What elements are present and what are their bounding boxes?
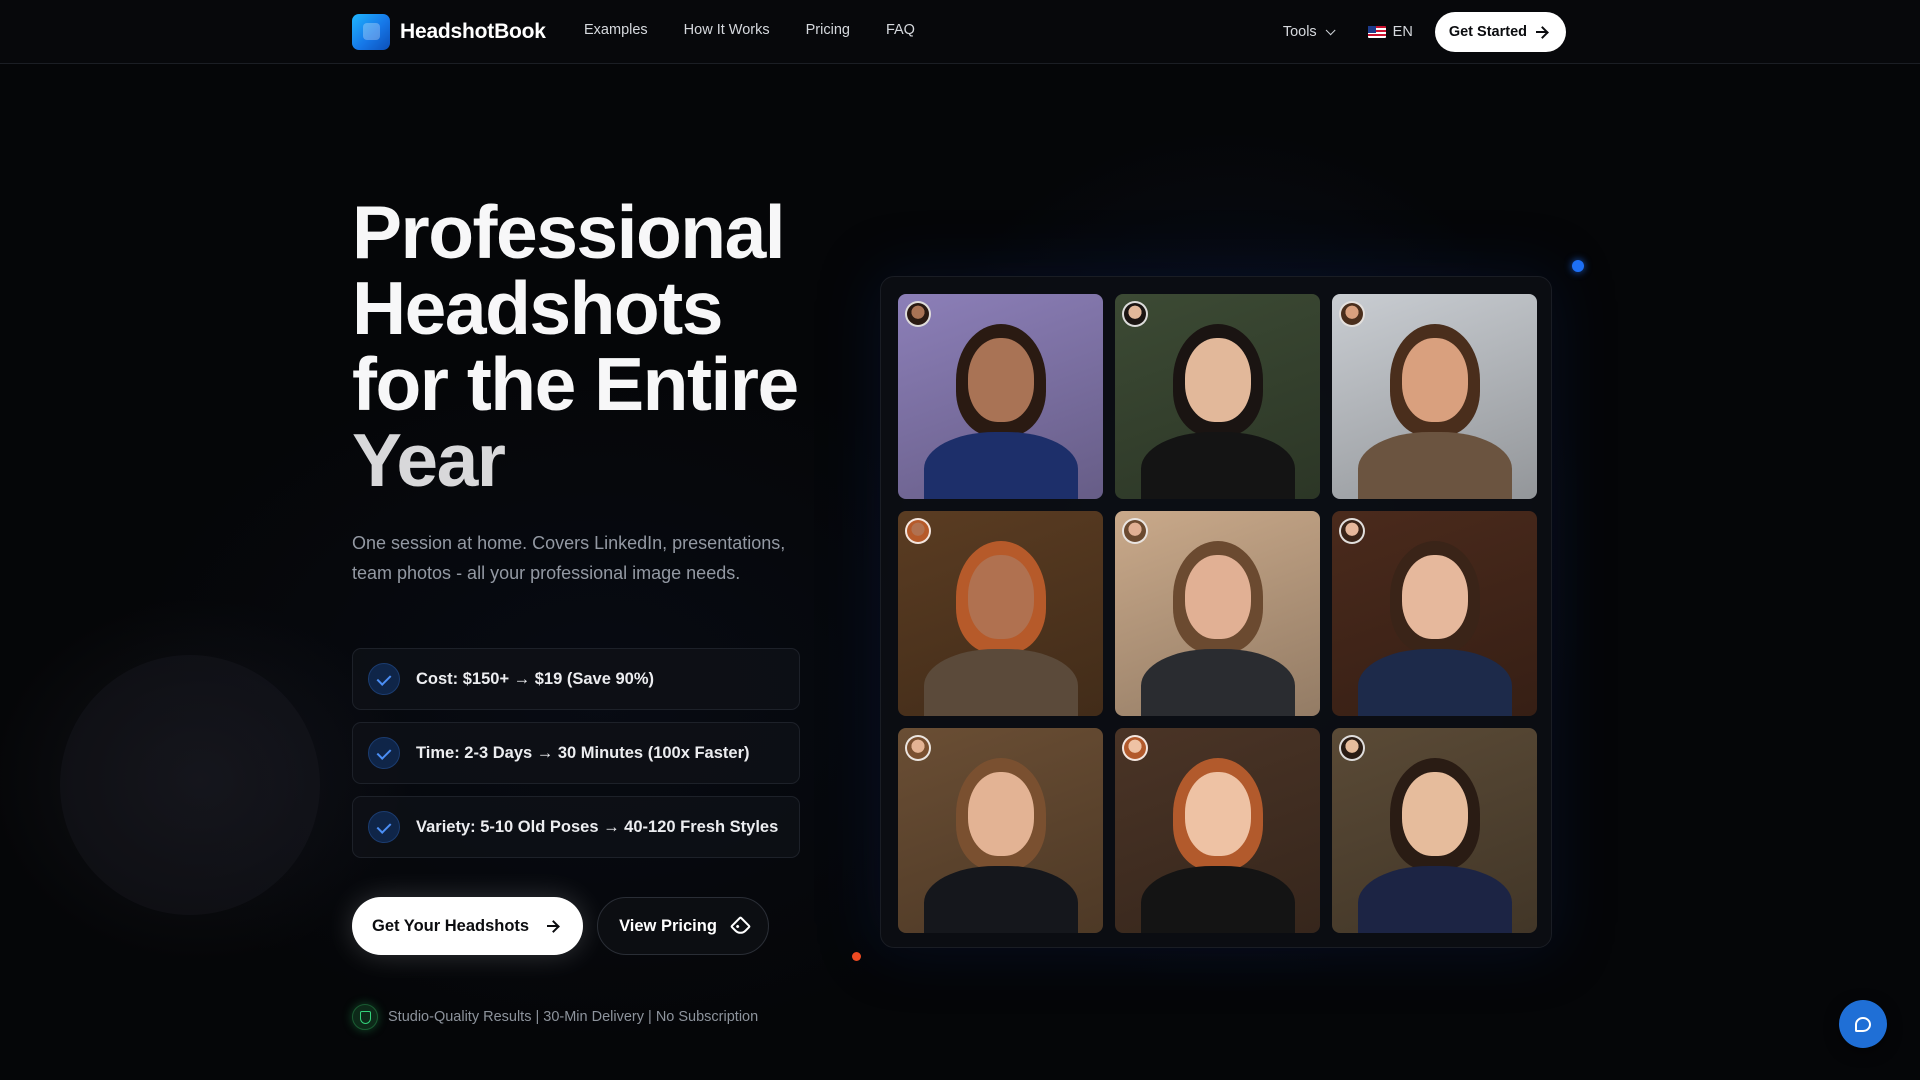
get-your-headshots-button[interactable]: Get Your Headshots [352,897,584,955]
decor-dot-red [852,952,861,961]
headshot-photo[interactable] [1332,294,1537,499]
source-selfie-thumbnail [1122,301,1148,327]
source-selfie-thumbnail [1122,518,1148,544]
language-selector[interactable]: EN [1367,24,1413,40]
chevron-down-icon [1325,24,1336,35]
brand-logo[interactable]: HeadshotBook [352,14,546,50]
trust-text: Studio-Quality Results | 30-Min Delivery… [388,1009,759,1025]
check-icon [368,663,400,695]
portrait-face [1185,338,1251,422]
view-pricing-button[interactable]: View Pricing [597,897,769,955]
source-selfie-thumbnail [1339,301,1365,327]
arrow-right-icon [547,920,559,932]
portrait-face [1402,555,1468,639]
headshot-photo[interactable] [1115,511,1320,716]
nav-right: Tools EN Get Started [1283,12,1566,52]
portrait-clothing [1141,432,1295,499]
source-selfie-thumbnail [905,301,931,327]
headshot-photo[interactable] [1115,728,1320,933]
headshot-photo[interactable] [1332,511,1537,716]
check-icon [368,737,400,769]
arrow-right-icon [1536,26,1548,38]
nav-link-how-it-works[interactable]: How It Works [684,22,770,38]
background-decor-circle [60,655,320,915]
hero-subtitle: One session at home. Covers LinkedIn, pr… [352,533,786,583]
logo-mark-icon [352,14,390,50]
chat-widget-button[interactable] [1839,1000,1887,1048]
shield-check-icon [352,1004,378,1030]
source-selfie-thumbnail [905,518,931,544]
portrait-face [1185,555,1251,639]
headshot-photo[interactable] [1332,728,1537,933]
hero-title: Professional Headshots for the Entire Ye… [352,194,832,498]
get-started-button[interactable]: Get Started [1434,12,1566,52]
feature-item-variety: Variety: 5-10 Old Poses → 40-120 Fresh S… [352,796,800,858]
language-label: EN [1392,24,1413,40]
trust-line: Studio-Quality Results | 30-Min Delivery… [352,1004,758,1030]
portrait-clothing [924,866,1078,933]
price-tag-icon [729,915,752,937]
nav-link-faq[interactable]: FAQ [886,22,915,38]
brand-name: HeadshotBook [400,20,546,43]
portrait-clothing [1358,649,1512,716]
headshot-photo[interactable] [898,294,1103,499]
feature-text: Time: 2-3 Days → 30 Minutes (100x Faster… [416,743,750,762]
feature-list: Cost: $150+ → $19 (Save 90%) Time: 2-3 D… [352,648,800,870]
chat-bubble-icon [1855,1016,1871,1032]
check-icon [368,811,400,843]
get-your-headshots-label: Get Your Headshots [372,916,530,935]
headshot-grid [898,294,1537,933]
portrait-clothing [1358,866,1512,933]
nav-link-examples[interactable]: Examples [584,22,648,38]
portrait-clothing [924,432,1078,499]
feature-text: Cost: $150+ → $19 (Save 90%) [416,669,655,688]
get-started-label: Get Started [1448,24,1527,40]
hero-title-line: for the Entire [352,342,799,426]
portrait-face [1402,772,1468,856]
portrait-face [968,338,1034,422]
top-nav: HeadshotBook Examples How It Works Prici… [0,0,1920,64]
source-selfie-thumbnail [1122,735,1148,761]
nav-links: Examples How It Works Pricing FAQ [584,22,951,38]
portrait-face [1185,772,1251,856]
source-selfie-thumbnail [905,735,931,761]
feature-item-cost: Cost: $150+ → $19 (Save 90%) [352,648,800,710]
portrait-clothing [924,649,1078,716]
headshot-photo[interactable] [898,511,1103,716]
headshot-photo[interactable] [1115,294,1320,499]
portrait-face [968,772,1034,856]
headshot-gallery-card [880,276,1552,948]
hero-title-line: Professional [352,190,786,274]
source-selfie-thumbnail [1339,735,1365,761]
source-selfie-thumbnail [1339,518,1365,544]
us-flag-icon [1367,26,1386,38]
feature-text: Variety: 5-10 Old Poses → 40-120 Fresh S… [416,817,779,836]
portrait-clothing [1358,432,1512,499]
tools-dropdown[interactable]: Tools [1282,24,1336,40]
portrait-face [1402,338,1468,422]
headshot-photo[interactable] [898,728,1103,933]
portrait-clothing [1141,866,1295,933]
hero-title-line: Year [352,418,506,502]
decor-dot-blue [1572,260,1584,272]
hero-title-line: Headshots [352,266,723,350]
feature-item-time: Time: 2-3 Days → 30 Minutes (100x Faster… [352,722,800,784]
portrait-face [968,555,1034,639]
portrait-clothing [1141,649,1295,716]
nav-link-pricing[interactable]: Pricing [806,22,850,38]
tools-label: Tools [1282,24,1317,40]
view-pricing-label: View Pricing [619,916,717,935]
cta-row: Get Your Headshots View Pricing [352,897,769,955]
